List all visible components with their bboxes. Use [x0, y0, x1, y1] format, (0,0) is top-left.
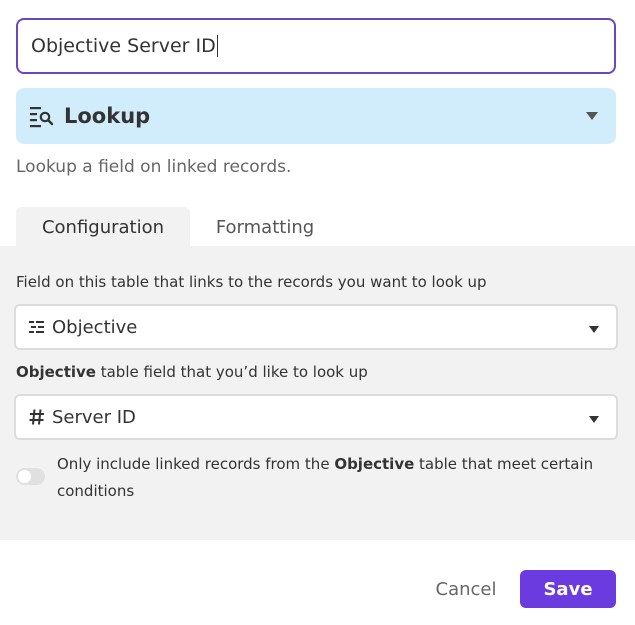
lookup-label-rest: table field that you’d like to look up	[95, 363, 368, 381]
field-type-description: Lookup a field on linked records.	[16, 157, 292, 177]
lookup-field-label: Objective table field that you’d like to…	[16, 363, 368, 381]
chevron-down-icon	[589, 326, 599, 333]
cancel-button[interactable]: Cancel	[432, 570, 500, 608]
tab-configuration[interactable]: Configuration	[16, 207, 190, 247]
lookup-field-select[interactable]: Server ID	[14, 394, 618, 440]
toggle-knob	[18, 470, 31, 483]
field-name-value: Objective Server ID	[31, 35, 216, 57]
link-field-label: Field on this table that links to the re…	[16, 273, 487, 291]
condition-toggle[interactable]	[16, 468, 45, 485]
lookup-icon	[30, 107, 54, 128]
field-name-input[interactable]: Objective Server ID	[16, 18, 616, 74]
link-field-select[interactable]: Objective	[14, 304, 618, 350]
tab-formatting[interactable]: Formatting	[198, 207, 332, 247]
chevron-down-icon	[586, 112, 598, 120]
text-caret	[216, 35, 219, 57]
field-type-select[interactable]: Lookup	[16, 88, 616, 144]
condition-text-before: Only include linked records from the	[57, 455, 335, 473]
save-button[interactable]: Save	[520, 570, 616, 608]
lookup-label-table-name: Objective	[16, 363, 96, 381]
link-field-value: Objective	[52, 316, 138, 338]
hash-icon	[29, 409, 44, 425]
condition-toggle-label: Only include linked records from the Obj…	[57, 451, 617, 505]
chevron-down-icon	[589, 416, 599, 423]
link-list-icon	[29, 321, 44, 333]
field-type-label: Lookup	[64, 104, 151, 128]
lookup-field-value: Server ID	[52, 406, 136, 428]
condition-text-table: Objective	[334, 455, 415, 473]
